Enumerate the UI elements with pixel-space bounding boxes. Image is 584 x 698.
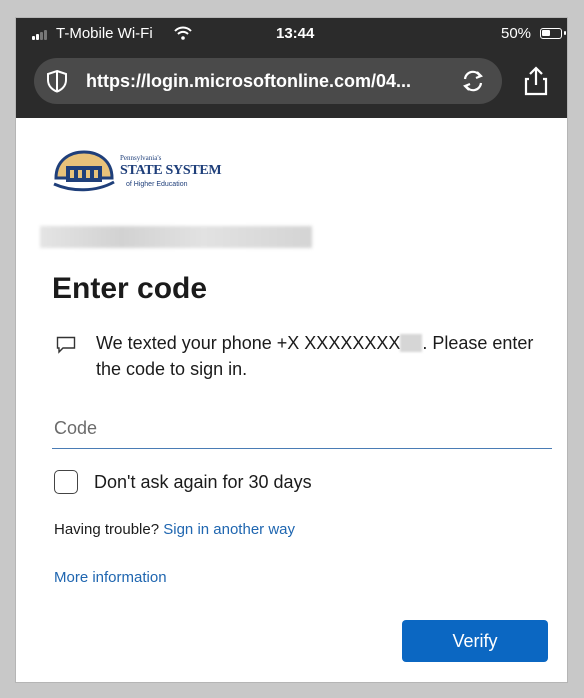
wifi-icon — [174, 26, 192, 40]
trouble-text: Having trouble? Sign in another way — [54, 521, 295, 538]
battery-icon — [540, 28, 566, 39]
code-input[interactable] — [52, 408, 552, 449]
more-information-link[interactable]: More information — [54, 569, 167, 586]
chat-message-icon — [56, 336, 76, 354]
logo-line3: of Higher Education — [126, 181, 188, 188]
sign-in-page: Pennsylvania's STATE SYSTEM of Higher Ed… — [16, 118, 567, 682]
organization-logo: Pennsylvania's STATE SYSTEM of Higher Ed… — [52, 148, 232, 198]
reload-icon[interactable] — [460, 68, 486, 94]
url-text[interactable]: https://login.microsoftonline.com/04... — [86, 71, 411, 92]
carrier-label: T-Mobile Wi-Fi — [56, 25, 153, 42]
redacted-digits — [400, 334, 423, 352]
logo-line2: STATE SYSTEM — [120, 163, 222, 178]
trouble-prefix: Having trouble? — [54, 521, 160, 538]
message-prefix: We texted your phone +X XXXXXXXX — [96, 333, 401, 353]
share-icon[interactable] — [524, 66, 548, 96]
battery-percent: 50% — [501, 25, 532, 42]
browser-chrome: T-Mobile Wi-Fi 13:44 50% https://login.m… — [16, 18, 567, 118]
shield-icon[interactable] — [46, 69, 68, 93]
keystone-logo-icon — [53, 150, 115, 192]
clock: 13:44 — [276, 25, 315, 42]
remember-checkbox[interactable] — [54, 470, 78, 494]
status-bar: T-Mobile Wi-Fi 13:44 50% — [16, 18, 567, 52]
remember-label[interactable]: Don't ask again for 30 days — [94, 472, 312, 493]
verify-button[interactable]: Verify — [402, 620, 548, 662]
redacted-account — [40, 226, 312, 248]
phone-screen: T-Mobile Wi-Fi 13:44 50% https://login.m… — [16, 18, 567, 682]
sms-message: We texted your phone +X XXXXXXXX. Please… — [96, 330, 544, 382]
page-title: Enter code — [52, 272, 208, 305]
sign-in-another-way-link[interactable]: Sign in another way — [163, 521, 295, 538]
signal-icon — [32, 30, 50, 40]
address-bar[interactable]: https://login.microsoftonline.com/04... — [34, 58, 502, 104]
logo-line1: Pennsylvania's — [120, 154, 162, 162]
